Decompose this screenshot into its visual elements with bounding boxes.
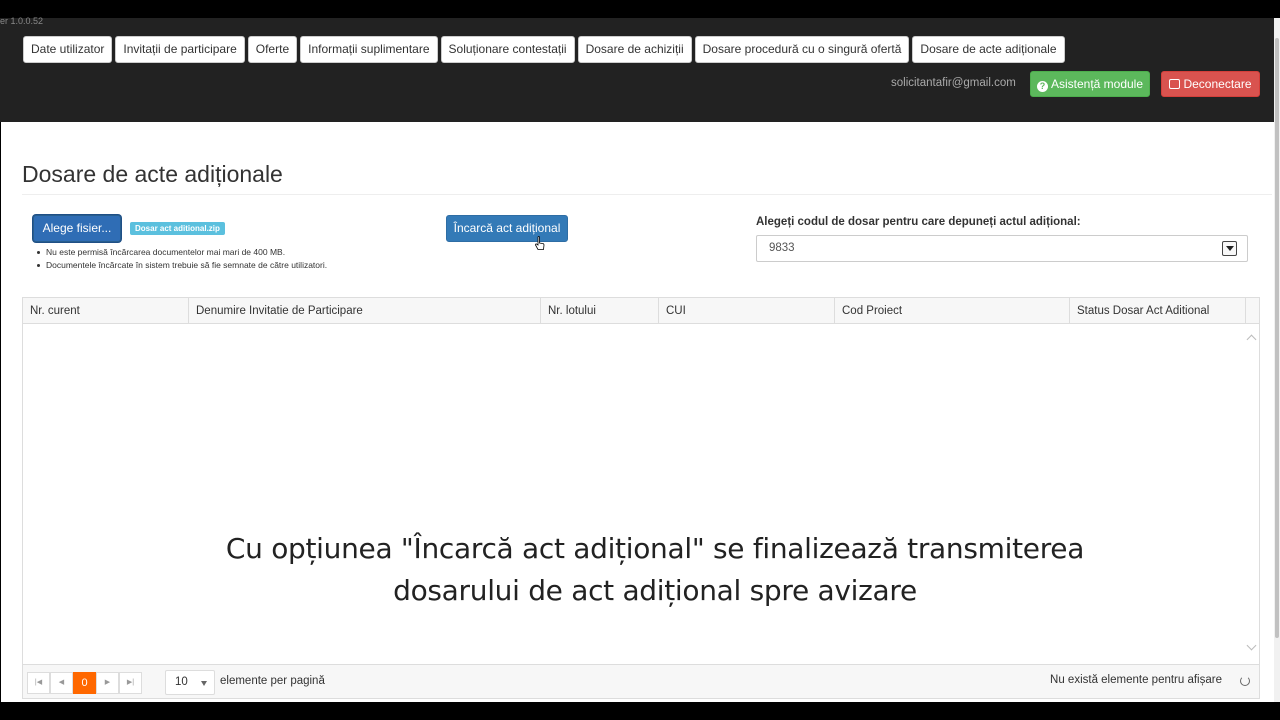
first-page-button[interactable]: |◀ [27,672,50,694]
caption-line: Cu opțiunea "Încarcă act adițional" se f… [225,532,1085,565]
grid-scrollbar[interactable] [1245,324,1259,664]
last-page-button[interactable]: ▶| [119,672,142,694]
refresh-icon[interactable] [1240,676,1250,686]
per-page-label: elemente per pagină [220,675,325,687]
help-button-label: Asistență module [1050,77,1144,91]
tab-informatii-suplimentare[interactable]: Informații suplimentare [300,36,438,63]
grid-pager: |◀ ◀ 0 ▶ ▶| 10 elemente per pagină Nu ex… [23,664,1259,698]
page-size-select[interactable]: 10 [165,670,215,695]
dosar-select-value: 9833 [769,242,795,254]
dosar-select[interactable]: 9833 [756,235,1248,262]
video-top-bar [0,0,1280,18]
page-scrollbar-thumb[interactable] [1275,38,1279,638]
tab-dosare-acte-aditionale[interactable]: Dosare de acte adiționale [912,36,1065,63]
current-page-button[interactable]: 0 [73,672,96,694]
column-header-nr-curent[interactable]: Nr. curent [23,298,189,324]
upload-note: Documentele încărcate în sistem trebuie … [37,259,327,272]
tab-dosare-achizitii[interactable]: Dosare de achiziții [577,36,692,63]
tab-solutionare-contestatii[interactable]: Soluționare contestații [440,36,575,63]
logout-button-label: Deconectare [1183,77,1252,91]
question-circle-icon: ? [1036,81,1048,92]
app-header: Date utilizator Invitații de participare… [0,18,1274,122]
prev-page-button[interactable]: ◀ [50,672,73,694]
caption-line: dosarului de act adițional spre avizare [393,574,917,607]
selected-file-badge: Dosar act aditional.zip [130,222,225,235]
empty-grid-message: Nu există elemente pentru afișare [1050,674,1222,686]
tab-dosare-procedura-oferta[interactable]: Dosare procedură cu o singură ofertă [694,36,910,63]
upload-act-button[interactable]: Încarcă act adițional [446,215,568,242]
hand-pointer-icon [535,236,545,250]
column-header-denumire[interactable]: Denumire Invitatie de Participare [189,298,541,324]
chevron-down-icon[interactable] [1246,640,1257,651]
tab-date-utilizator[interactable]: Date utilizator [23,36,113,63]
column-header-status[interactable]: Status Dosar Act Aditional [1070,298,1246,324]
chevron-down-icon[interactable] [1222,241,1237,256]
user-email: solicitantafir@gmail.com [891,77,1016,89]
acte-aditionale-grid: Nr. curent Denumire Invitatie de Partici… [22,297,1260,699]
tab-oferte[interactable]: Oferte [247,36,298,63]
main-nav: Date utilizator Invitații de participare… [23,36,1065,63]
page-size-value: 10 [175,676,188,688]
grid-header: Nr. curent Denumire Invitatie de Partici… [23,298,1259,324]
upload-notes: Nu este permisă încărcarea documentelor … [37,246,327,272]
upload-note: Nu este permisă încărcarea documentelor … [37,246,327,259]
column-header-cui[interactable]: CUI [659,298,835,324]
video-caption: Cu opțiunea "Încarcă act adițional" se f… [100,528,1210,612]
help-button[interactable]: ? Asistență module [1030,71,1150,97]
video-bottom-bar [0,702,1280,720]
next-page-button[interactable]: ▶ [96,672,119,694]
column-header-cod-proiect[interactable]: Cod Proiect [835,298,1070,324]
title-divider [22,194,1272,195]
tab-invitatii-participare[interactable]: Invitații de participare [115,36,245,63]
caret-down-icon [201,681,207,686]
choose-file-button[interactable]: Alege fisier... [33,215,121,242]
column-header-nr-lotului[interactable]: Nr. lotului [541,298,659,324]
dosar-select-label: Alegeți codul de dosar pentru care depun… [756,216,1081,228]
chevron-up-icon[interactable] [1246,334,1257,345]
page-scrollbar[interactable] [1274,18,1280,708]
app-version: er 1.0.0.52 [0,16,44,26]
page-title: Dosare de acte adiționale [22,161,283,187]
logout-button[interactable]: Deconectare [1161,71,1260,97]
sign-out-icon [1169,79,1181,89]
